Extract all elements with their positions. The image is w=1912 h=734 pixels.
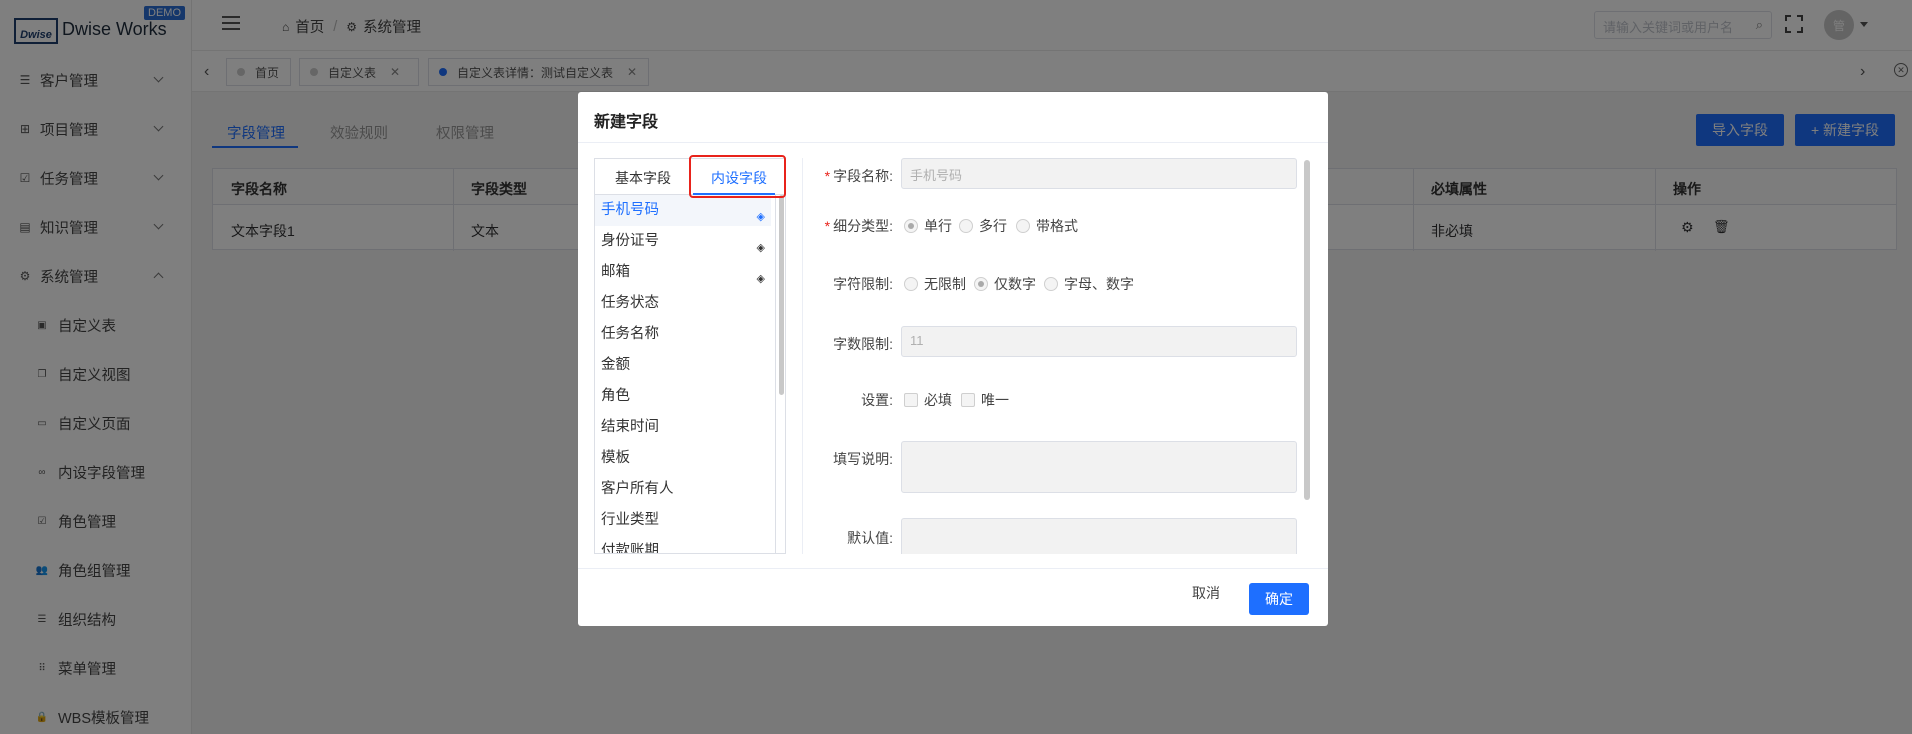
list-item-label: 模板: [601, 450, 630, 466]
charlimit-label: 字符限制:: [833, 276, 893, 292]
list-item-label: 结束时间: [601, 419, 659, 435]
confirm-button[interactable]: 确定: [1249, 583, 1309, 615]
list-item[interactable]: 手机号码 ◈: [595, 195, 771, 226]
highlight-annotation: [689, 155, 786, 198]
list-item-label: 角色: [601, 388, 630, 404]
divider: [578, 568, 1328, 569]
list-item[interactable]: 邮箱 ◈: [595, 257, 771, 288]
field-name-input[interactable]: 手机号码: [901, 158, 1297, 189]
checkbox-required[interactable]: 必填: [904, 390, 952, 410]
list-item[interactable]: 任务状态: [595, 288, 771, 319]
subtype-label: * 细分类型:: [824, 218, 893, 234]
list-item-label: 客户所有人: [601, 481, 674, 497]
list-item[interactable]: 模板: [595, 443, 771, 474]
list-scrollbar[interactable]: [775, 195, 785, 553]
divider: [578, 142, 1328, 143]
list-item[interactable]: 金额: [595, 350, 771, 381]
radio-no-limit[interactable]: 无限制: [904, 274, 966, 294]
default-input[interactable]: [901, 518, 1297, 554]
list-item[interactable]: 行业类型: [595, 505, 771, 536]
list-item[interactable]: 角色: [595, 381, 771, 412]
list-item-label: 金额: [601, 357, 630, 373]
tab-basic-fields[interactable]: 基本字段: [615, 168, 671, 188]
radio-single-line[interactable]: 单行: [904, 216, 952, 236]
list-item[interactable]: 客户所有人: [595, 474, 771, 505]
list-item-label: 付款账期: [601, 543, 659, 554]
dialog-title: 新建字段: [594, 114, 659, 131]
description-textarea[interactable]: [901, 441, 1297, 493]
list-item-label: 邮箱: [601, 264, 630, 280]
scrollbar-thumb[interactable]: [779, 195, 784, 395]
list-item[interactable]: 任务名称: [595, 319, 771, 350]
divider: [802, 158, 803, 554]
checkbox-unique[interactable]: 唯一: [961, 390, 1009, 410]
radio-alphanumeric[interactable]: 字母、数字: [1044, 274, 1134, 294]
list-item-label: 任务名称: [601, 326, 659, 342]
settings-label: 设置:: [861, 392, 893, 408]
list-item-label: 身份证号: [601, 233, 659, 249]
list-item-label: 行业类型: [601, 512, 659, 528]
list-item[interactable]: 付款账期: [595, 536, 771, 554]
length-input[interactable]: 11: [901, 326, 1297, 357]
radio-formatted[interactable]: 带格式: [1016, 216, 1078, 236]
form-scrollbar-thumb[interactable]: [1304, 160, 1310, 500]
cancel-button[interactable]: 取消: [1192, 583, 1220, 603]
radio-digits-only[interactable]: 仅数字: [974, 274, 1036, 294]
field-form: * 字段名称: 手机号码 * 细分类型: 单行 多行 带格式 字符限制: 无限制 仅…: [818, 158, 1314, 554]
list-item[interactable]: 结束时间: [595, 412, 771, 443]
list-item-label: 任务状态: [601, 295, 659, 311]
new-field-dialog: 新建字段 基本字段 内设字段 手机号码 ◈ 身份证号 ◈ 邮箱 ◈ 任务状态 任务名称…: [578, 92, 1328, 626]
length-label: 字数限制:: [833, 336, 893, 352]
description-label: 填写说明:: [833, 451, 893, 467]
list-item-label: 手机号码: [601, 202, 659, 218]
radio-multi-line[interactable]: 多行: [959, 216, 1007, 236]
list-item[interactable]: 身份证号 ◈: [595, 226, 771, 257]
field-name-label: * 字段名称:: [824, 168, 893, 184]
default-label: 默认值:: [847, 530, 893, 546]
field-type-panel: 基本字段 内设字段 手机号码 ◈ 身份证号 ◈ 邮箱 ◈ 任务状态 任务名称 金额 角…: [594, 158, 786, 554]
